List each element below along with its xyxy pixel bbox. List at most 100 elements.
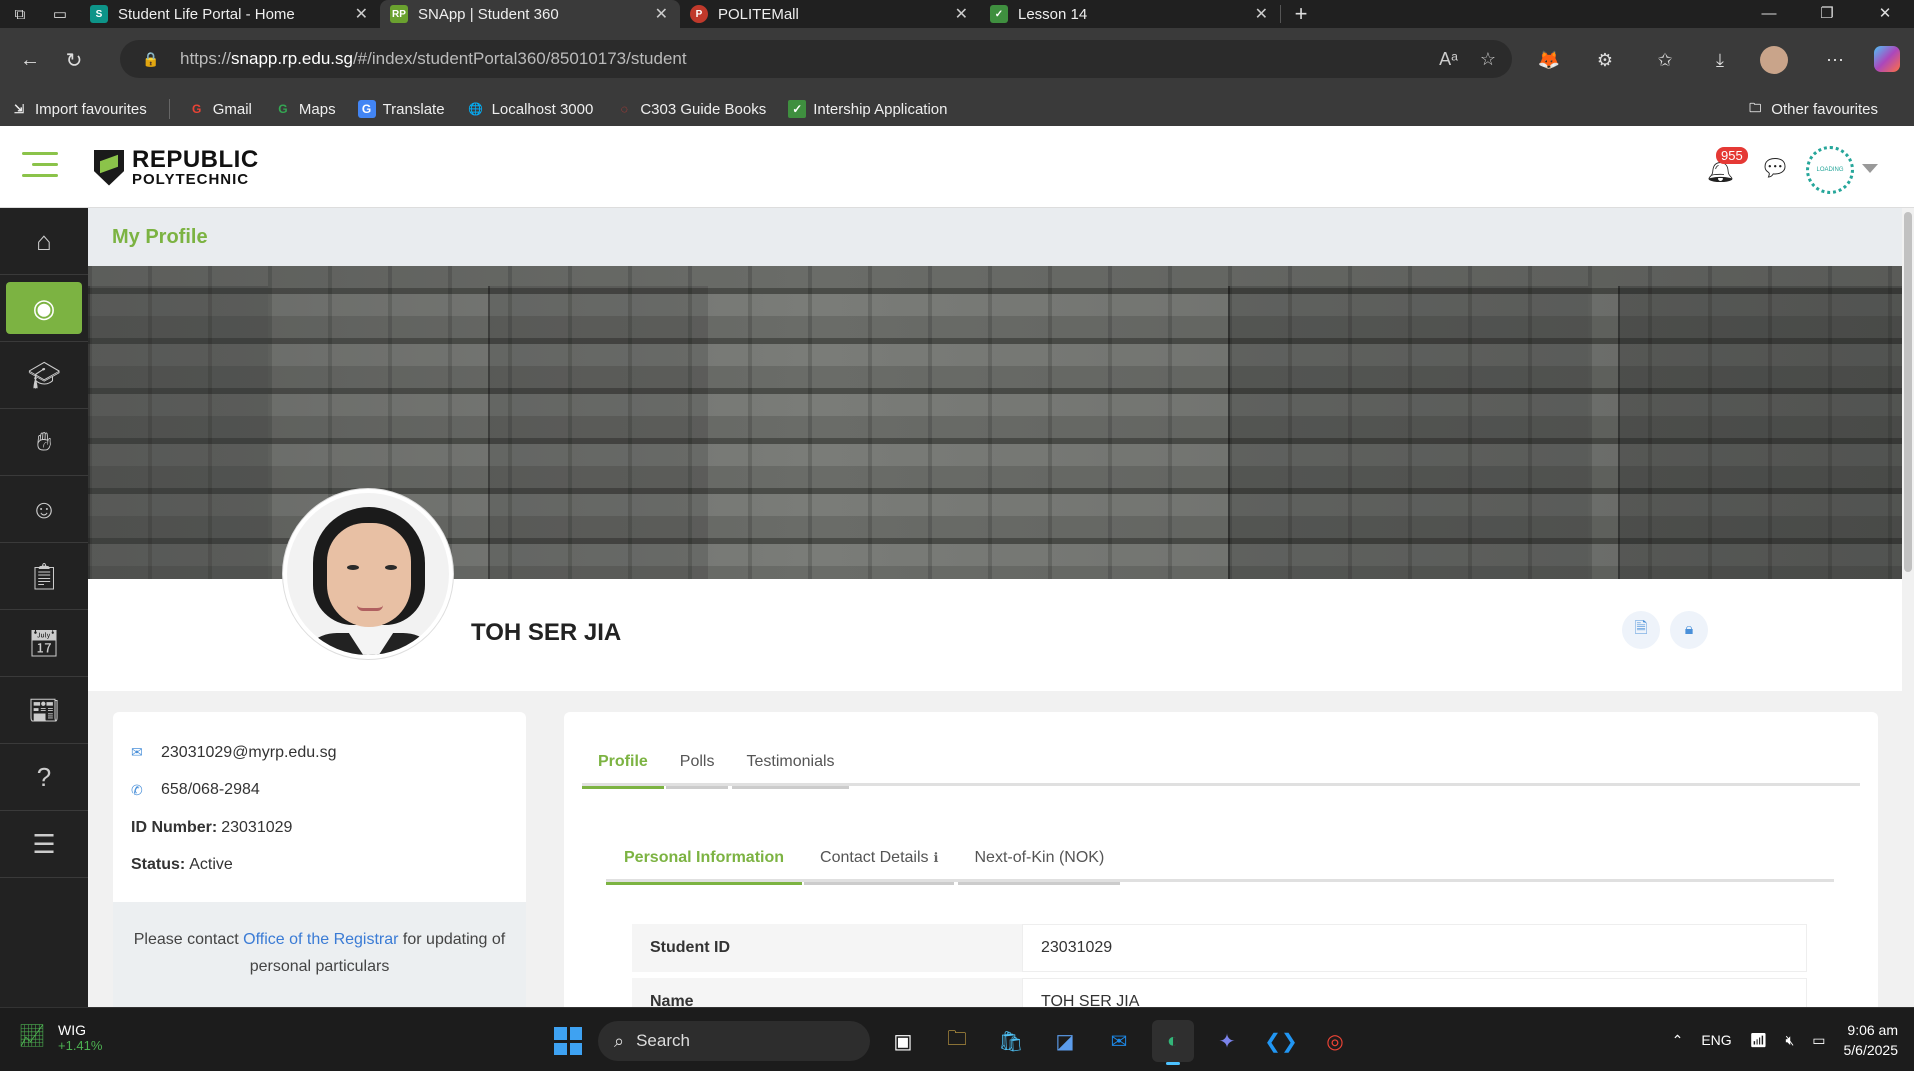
close-window-icon[interactable]: ✕ [1856, 0, 1914, 28]
language-indicator[interactable]: ENG [1701, 1032, 1731, 1048]
sidebar-item-profile[interactable]: ◉ [0, 275, 88, 342]
favorite-star-icon[interactable]: ☆ [1480, 49, 1496, 70]
minimize-icon[interactable]: — [1740, 0, 1798, 28]
new-tab-icon[interactable]: + [1281, 1, 1321, 27]
more-menu-icon[interactable]: ⋯ [1820, 46, 1850, 74]
stock-widget[interactable]: 📈︎ WIG +1.41% [18, 1022, 102, 1053]
rp-shield-icon [94, 149, 124, 186]
clock[interactable]: 9:06 am 5/6/2025 [1844, 1020, 1899, 1060]
hamburger-menu-icon[interactable] [22, 152, 58, 185]
registrar-link[interactable]: Office of the Registrar [243, 931, 398, 948]
bookmark-translate[interactable]: G Translate [357, 100, 445, 118]
browser-tab-politemall[interactable]: P POLITEMall ✕ [680, 0, 980, 28]
microsoft-store-icon[interactable]: 🛍︎ [990, 1020, 1032, 1062]
profile-avatar-icon[interactable] [1760, 46, 1788, 74]
sidebar-item-academics[interactable]: 🎓︎ [0, 342, 88, 409]
clipboard-icon: 📋︎ [27, 560, 61, 591]
edge-browser-icon[interactable]: ◐ [1152, 1020, 1194, 1065]
back-icon[interactable]: ← [8, 40, 52, 80]
google-icon: G [278, 102, 288, 116]
ticker-change: +1.41% [58, 1038, 103, 1053]
status-row: Status: Active [131, 847, 508, 885]
lesson-favicon-icon: ✓ [990, 5, 1008, 23]
taskbar-search[interactable]: ⌕ Search [598, 1021, 870, 1061]
browser-tab-lesson14[interactable]: ✓ Lesson 14 ✕ [980, 0, 1280, 28]
taskbar-apps: ⌕ Search ▣ 🗀 🛍︎ ◪ ✉ ◐ ✦ ❮❯ ◎ [550, 1020, 1356, 1065]
tab-profile[interactable]: Profile [582, 738, 664, 789]
tab-personal-information[interactable]: Personal Information [606, 834, 803, 885]
sidebar-item-checklist[interactable]: 📋︎ [0, 543, 88, 610]
bookmark-c303[interactable]: ◌ C303 Guide Books [615, 100, 767, 118]
windows-start-icon[interactable] [550, 1023, 586, 1059]
republic-polytechnic-logo[interactable]: REPUBLIC POLYTECHNIC [94, 148, 259, 187]
document-icon[interactable]: 🗎 [1622, 611, 1660, 649]
sidebar-item-news[interactable]: 📰︎ [0, 677, 88, 744]
bookmark-internship[interactable]: ✓ Intership Application [788, 100, 948, 118]
contact-summary-card: ✉ 23031029@myrp.edu.sg ✆ 658/068-2984 ID N… [113, 712, 526, 1007]
close-tab-icon[interactable]: ✕ [355, 4, 368, 24]
extensions-icon[interactable]: ⚙ [1590, 46, 1620, 74]
sidebar-item-home[interactable]: ⌂ [0, 208, 88, 275]
browser-tab-snapp[interactable]: RP SNApp | Student 360 ✕ [380, 0, 680, 28]
sidebar-item-account[interactable]: ☺ [0, 476, 88, 543]
wifi-icon[interactable]: 📶︎ [1750, 1032, 1768, 1049]
teams-icon[interactable]: ✦ [1206, 1020, 1248, 1062]
bookmark-label: Translate [382, 100, 445, 118]
browser-tab-student-life[interactable]: S Student Life Portal - Home ✕ [80, 0, 380, 28]
chevron-up-icon[interactable]: ⌃ [1672, 1032, 1684, 1049]
tab-testimonials[interactable]: Testimonials [730, 738, 850, 789]
phone-value: 658/068-2984 [161, 781, 260, 799]
task-view-icon[interactable]: ▣ [882, 1020, 924, 1062]
sidebar-item-finance[interactable]: ✋︎ [0, 409, 88, 476]
refresh-icon[interactable]: ↻ [52, 40, 96, 80]
tab-title: SNApp | Student 360 [418, 5, 559, 23]
file-explorer-icon[interactable]: 🗀 [936, 1020, 978, 1062]
downloads-icon[interactable]: ⤓ [1705, 46, 1735, 74]
google-icon: G [192, 102, 202, 116]
tab-next-of-kin[interactable]: Next-of-Kin (NOK) [956, 834, 1122, 885]
tab-actions-icon[interactable]: ▭ [40, 0, 80, 28]
battery-icon[interactable]: ▭ [1812, 1032, 1825, 1049]
bookmark-localhost[interactable]: 🌐 Localhost 3000 [467, 100, 593, 118]
close-tab-icon[interactable]: ✕ [655, 4, 668, 24]
user-avatar-loading[interactable]: LOADING [1806, 146, 1854, 194]
workspaces-icon[interactable]: ⧉ [0, 0, 40, 28]
bookmark-maps[interactable]: G Maps [274, 100, 336, 118]
sidebar-item-list[interactable]: ☰ [0, 811, 88, 878]
sidebar: ⌂ ◉ 🎓︎ ✋︎ ☺ 📋︎ 📅︎ 📰︎ ? ☰ [0, 208, 88, 1007]
tab-polls[interactable]: Polls [664, 738, 731, 789]
restore-icon[interactable]: ❐ [1798, 0, 1856, 28]
sidebar-item-calendar[interactable]: 📅︎ [0, 610, 88, 677]
lock-icon[interactable]: 🔒 [142, 51, 164, 68]
bookmark-label: Maps [298, 100, 336, 118]
field-label: Student ID [632, 924, 1022, 972]
mysql-workbench-icon[interactable]: ◪ [1044, 1020, 1086, 1062]
metamask-extension-icon[interactable]: 🦊 [1534, 46, 1564, 74]
scrollbar-thumb[interactable] [1904, 212, 1912, 572]
field-value: 23031029 [1022, 924, 1807, 972]
copilot-icon[interactable] [1874, 46, 1900, 72]
close-tab-icon[interactable]: ✕ [955, 4, 968, 24]
sidebar-item-help[interactable]: ? [0, 744, 88, 811]
chat-bubbles-icon[interactable]: 💬︎ [1760, 154, 1790, 183]
close-tab-icon[interactable]: ✕ [1255, 4, 1268, 24]
tab-contact-details[interactable]: Contact Details ℹ [802, 834, 956, 885]
status-value: Active [189, 856, 233, 874]
read-aloud-icon[interactable]: A͏ᵃ [1439, 49, 1458, 70]
lock-icon[interactable]: 🔒︎ [1670, 611, 1708, 649]
page-scrollbar[interactable] [1902, 208, 1914, 1007]
tab-title: Student Life Portal - Home [118, 5, 295, 23]
chrome-icon[interactable]: ◎ [1314, 1020, 1356, 1062]
stock-chart-icon: 📈︎ [18, 1022, 46, 1048]
outlook-icon[interactable]: ✉ [1098, 1020, 1140, 1062]
volume-muted-icon[interactable]: 🔇︎ [1785, 1032, 1794, 1049]
bookmark-import-favourites[interactable]: ⇲ Import favourites [10, 100, 147, 118]
vscode-icon[interactable]: ❮❯ [1260, 1020, 1302, 1062]
bookmark-other-favourites[interactable]: 🗀 Other favourites [1746, 100, 1878, 118]
bookmark-gmail[interactable]: G Gmail [188, 100, 252, 118]
user-menu-caret-icon[interactable] [1862, 164, 1878, 173]
politemall-favicon-icon: P [690, 5, 708, 23]
address-bar[interactable]: 🔒 https://snapp.rp.edu.sg/#/index/studen… [120, 40, 1512, 78]
main-tabs: Profile Polls Testimonials [582, 738, 1860, 789]
favorites-icon[interactable]: ✩ [1650, 46, 1680, 74]
